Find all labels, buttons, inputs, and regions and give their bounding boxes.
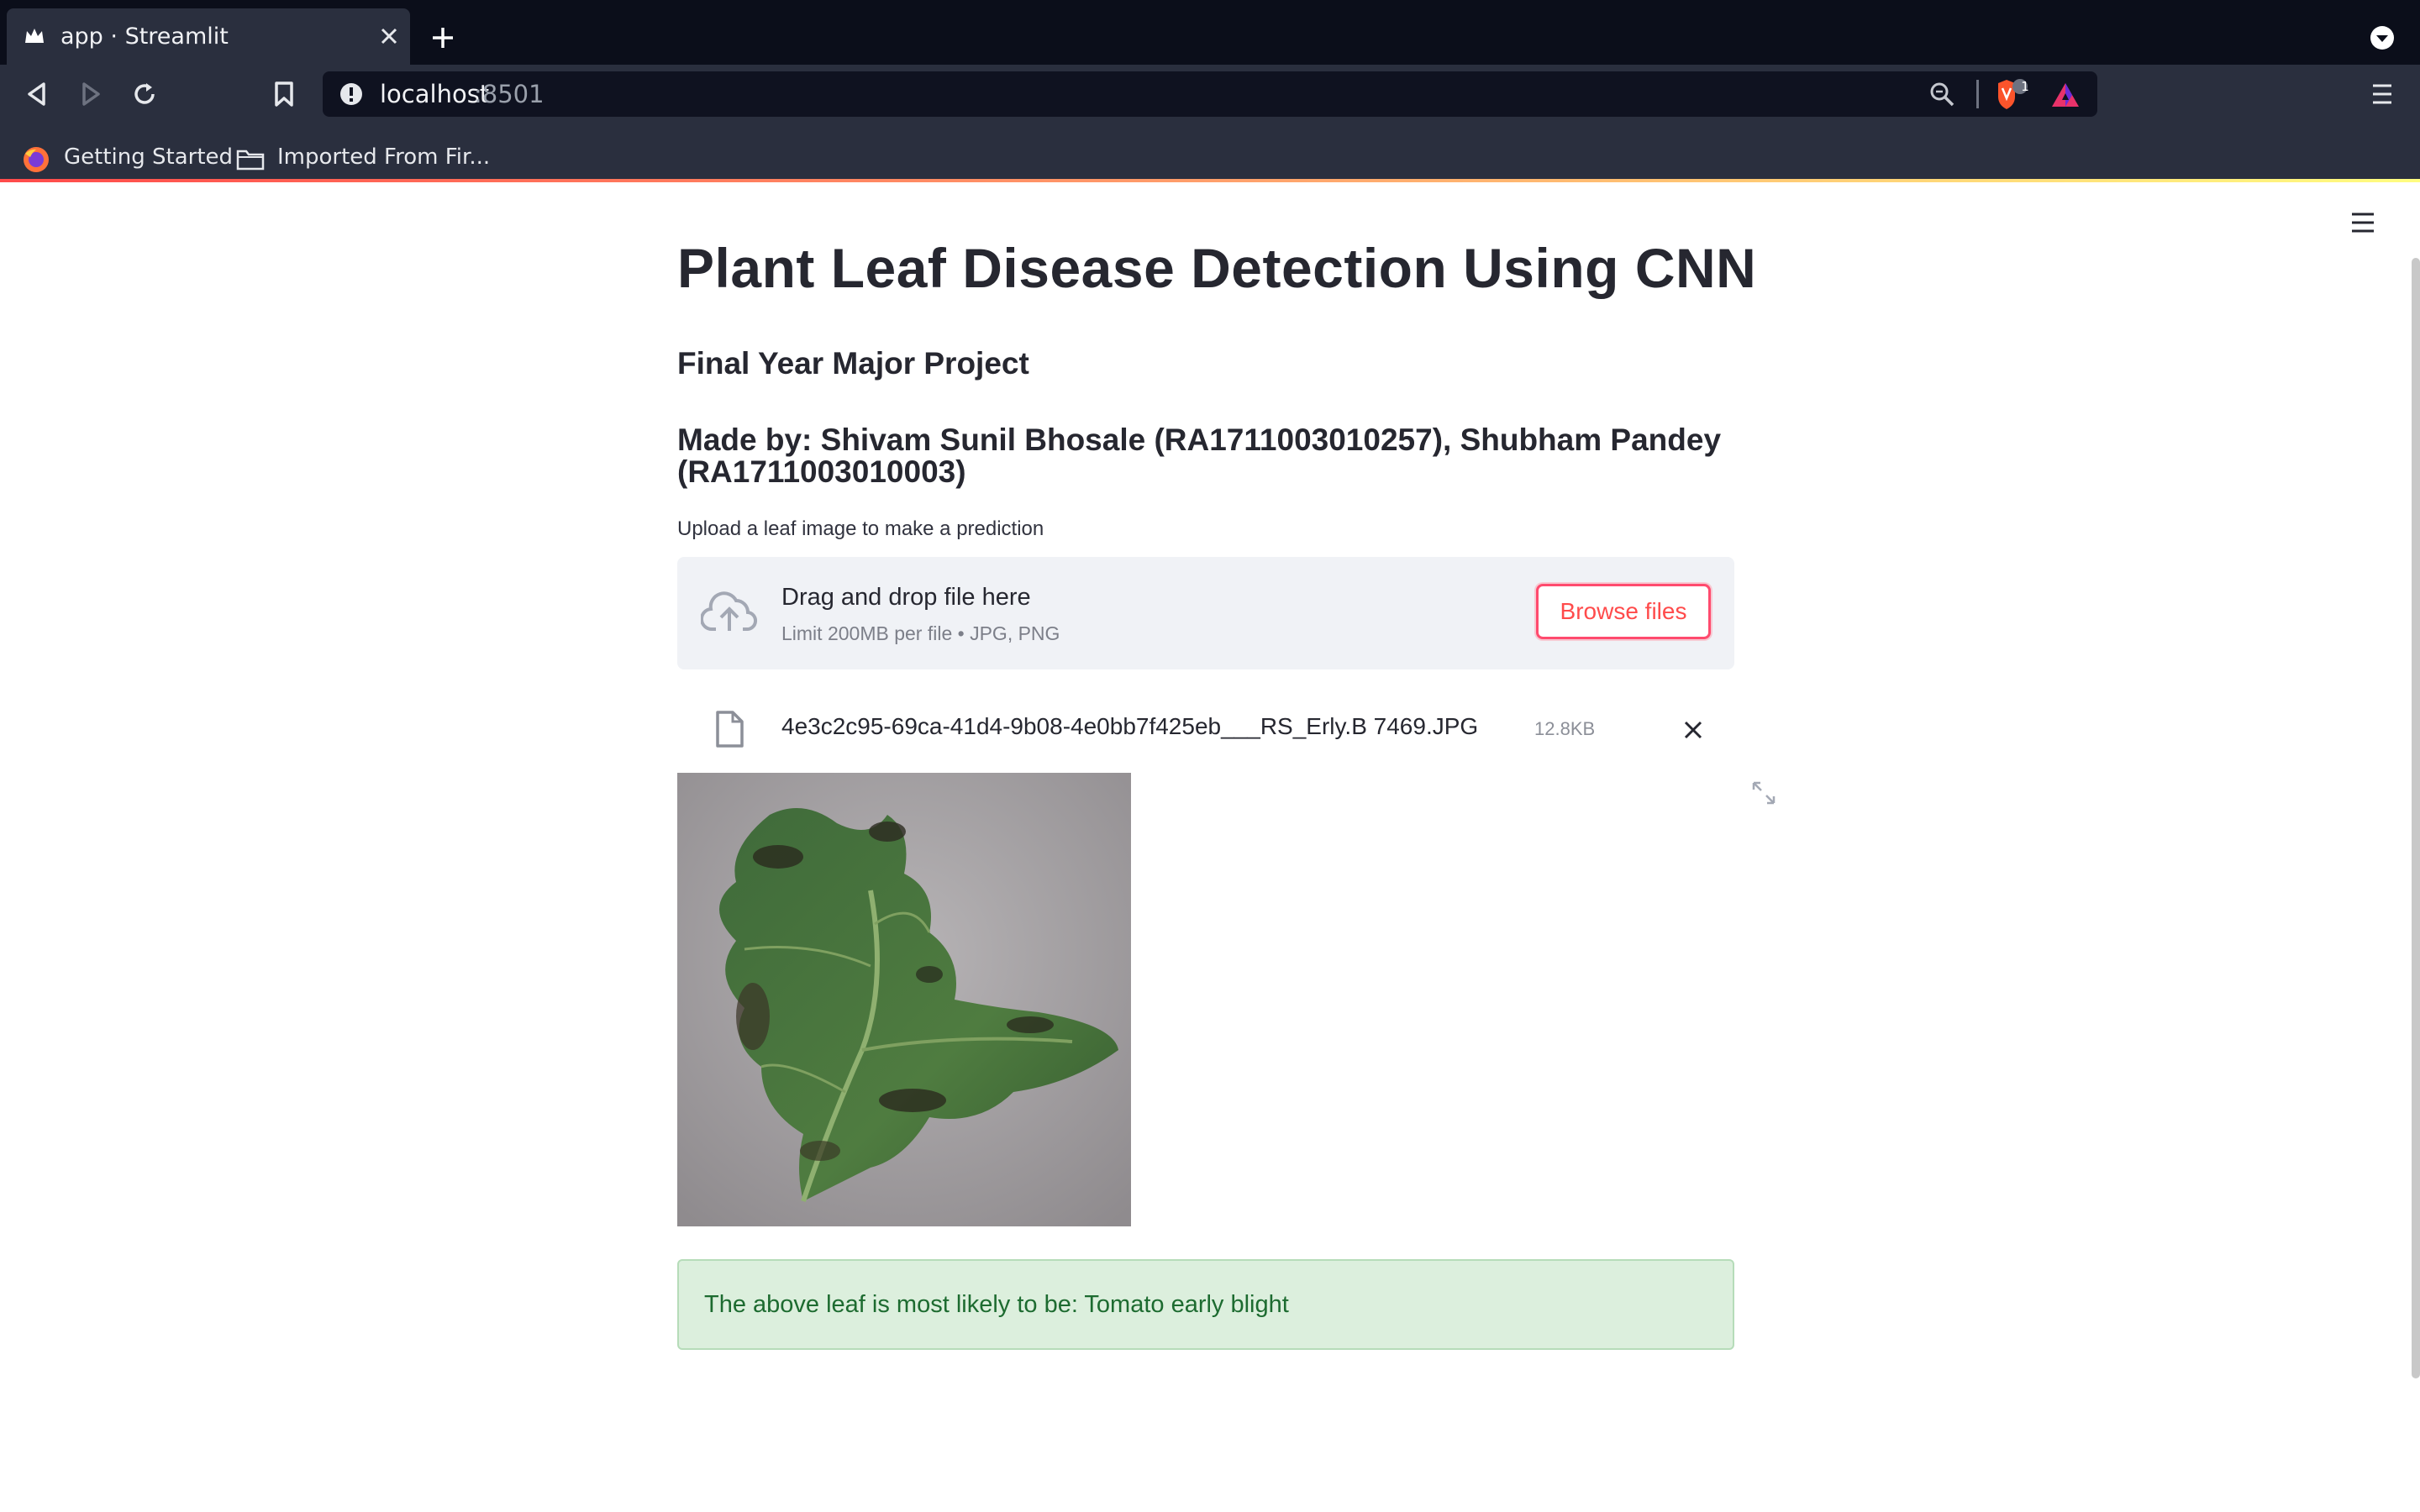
tab-title: app · Streamlit <box>60 24 229 50</box>
bookmark-getting-started[interactable]: Getting Started <box>64 137 233 177</box>
dropzone-instructions: Drag and drop file here <box>781 584 1031 611</box>
uploaded-file-row: 4e3c2c95-69ca-41d4-9b08-4e0bb7f425eb___R… <box>677 688 1734 769</box>
new-tab-icon[interactable] <box>430 25 455 50</box>
dropzone-limit: Limit 200MB per file • JPG, PNG <box>781 622 1060 644</box>
tab-close-icon[interactable] <box>380 27 398 45</box>
menu-icon[interactable] <box>2370 82 2395 106</box>
bookmark-imported-folder[interactable]: Imported From Fir... <box>277 137 490 177</box>
firefox-icon <box>22 145 50 174</box>
page-title: Plant Leaf Disease Detection Using CNN <box>677 237 1757 299</box>
uploaded-file-name: 4e3c2c95-69ca-41d4-9b08-4e0bb7f425eb___R… <box>781 713 1479 739</box>
reload-icon[interactable] <box>131 81 158 108</box>
upload-label: Upload a leaf image to make a prediction <box>677 517 1044 540</box>
authors-heading: Made by: Shivam Sunil Bhosale (RA1711003… <box>677 423 1722 489</box>
browser-toolbar: localhost :8501 1 Getting Started Import… <box>0 65 2420 187</box>
streamlit-app: Plant Leaf Disease Detection Using CNN F… <box>0 182 2420 1512</box>
browser-tab-bar: app · Streamlit <box>0 0 2420 65</box>
file-icon <box>714 710 744 748</box>
prediction-result-alert: The above leaf is most likely to be: Tom… <box>677 1259 1734 1350</box>
streamlit-crown-icon <box>24 26 45 46</box>
file-dropzone[interactable]: Drag and drop file here Limit 200MB per … <box>677 557 1734 669</box>
hamburger-menu-icon[interactable] <box>2349 211 2376 234</box>
bookmark-icon[interactable] <box>273 81 295 108</box>
url-bar[interactable]: localhost :8501 1 <box>323 71 2097 117</box>
url-host: localhost <box>380 80 490 108</box>
back-icon[interactable] <box>25 81 49 107</box>
brave-rewards-icon[interactable] <box>2050 81 2081 108</box>
cloud-upload-icon <box>701 589 758 636</box>
tab-list-icon[interactable] <box>2370 25 2395 50</box>
remove-file-icon[interactable] <box>1683 720 1703 740</box>
url-port: :8501 <box>474 80 544 108</box>
forward-icon[interactable] <box>79 81 103 107</box>
browser-tab[interactable]: app · Streamlit <box>7 8 410 65</box>
url-bar-divider <box>1976 80 1979 108</box>
zoom-icon[interactable] <box>1929 81 1954 107</box>
uploaded-file-size: 12.8KB <box>1534 718 1596 739</box>
prediction-result-text: The above leaf is most likely to be: Tom… <box>704 1291 1289 1318</box>
scrollbar[interactable] <box>2412 258 2420 1378</box>
fullscreen-icon[interactable] <box>1751 780 1776 806</box>
folder-icon <box>235 147 266 172</box>
uploaded-leaf-image <box>677 773 1131 1226</box>
subtitle: Final Year Major Project <box>677 346 1029 381</box>
site-info-icon[interactable] <box>339 82 363 106</box>
browse-files-button[interactable]: Browse files <box>1536 584 1711 639</box>
shield-count-badge: 1 <box>2021 79 2029 94</box>
